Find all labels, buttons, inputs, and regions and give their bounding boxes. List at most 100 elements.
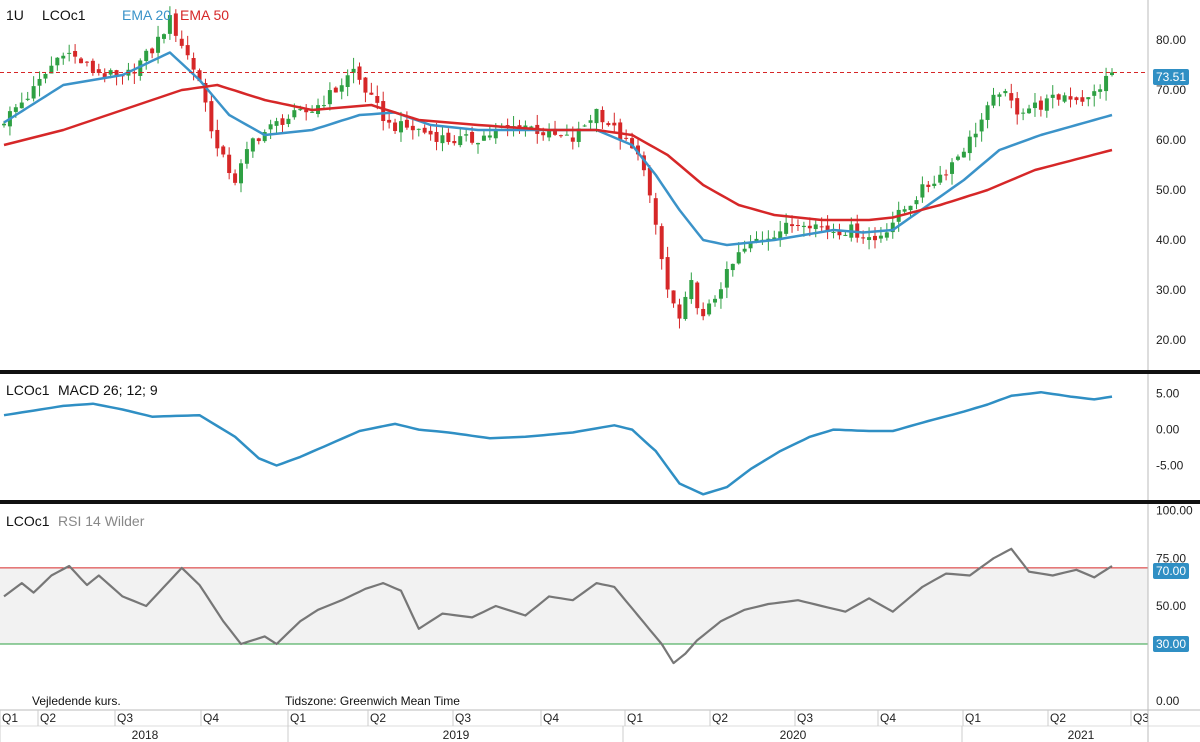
ema50-line [3,83,1113,222]
candle-body [594,108,599,124]
candle-body [671,290,676,304]
macd-tick-label: 5.00 [1156,387,1180,401]
candle-body [647,167,652,196]
ema50-legend[interactable]: EMA 50 [180,7,229,23]
candle-body [665,257,670,290]
candle-body [801,225,806,228]
candle-body [156,36,161,53]
rsi-lower-level-tag: 30.00 [1153,636,1190,652]
candle-body [239,163,244,184]
candle-body [920,184,925,198]
price-tick-label: 70.00 [1156,83,1186,97]
quarter-label: Q2 [40,711,56,725]
candle-body [464,134,469,136]
candle-body [582,125,587,127]
candle-body [381,101,386,121]
year-label: 2019 [443,728,470,742]
quarter-label: Q3 [455,711,471,725]
candle-body [742,248,747,252]
candle-body [274,121,279,126]
candle-body [476,142,481,145]
candle-body [902,209,907,212]
price-symbol-label: LCOc1 [42,7,86,23]
ema20-legend[interactable]: EMA 20 [122,7,171,23]
candle-body [43,73,48,79]
price-tick-label: 80.00 [1156,33,1186,47]
candle-body [90,60,95,72]
macd-line [3,390,1113,496]
quarter-label: Q4 [203,711,219,725]
candle-body [1074,97,1079,101]
candle-body [185,45,190,56]
candle-body [837,231,842,236]
candle-body [1056,94,1061,100]
candle-body [19,102,24,109]
candle-body [256,138,261,142]
rsi-legend[interactable]: RSI 14 Wilder [58,513,144,529]
candle-body [227,154,232,174]
candle-body [2,123,6,126]
quarter-label: Q4 [543,711,559,725]
candle-body [393,122,398,132]
macd-legend[interactable]: MACD 26; 12; 9 [58,382,158,398]
candle-body [606,123,611,126]
candle-body [1032,102,1037,109]
candle-body [932,183,937,186]
pane-divider [0,370,1200,374]
candle-body [588,120,593,123]
macd-tick-label: -5.00 [1156,459,1184,473]
candle-body [831,231,836,233]
candle-body [73,51,78,57]
candle-body [280,118,285,125]
candle-body [1050,94,1055,98]
x-axis: Q1 Q2 Q3 Q4 Q1 Q2 Q3 Q4 Q1 Q2 Q3 Q4 Q1 Q2 Q3 2018 2019 20… [0,709,1200,742]
pane-divider [0,500,1200,504]
candle-body [991,94,996,106]
candle-body [428,130,433,135]
candle-body [369,92,374,95]
macd-tick-label: 0.00 [1156,423,1180,437]
price-pane [0,6,1148,329]
candle-body [600,109,605,123]
candle-body [84,61,89,63]
price-tick-label: 50.00 [1156,183,1186,197]
candle-body [950,162,955,174]
candle-body [618,122,623,141]
candle-body [1086,97,1091,100]
candle-body [784,222,789,234]
interval-label[interactable]: 1U [6,7,24,23]
candle-body [310,111,315,113]
candle-body [955,156,960,160]
candle-body [878,235,883,239]
candle-body [191,58,196,70]
candle-body [79,58,84,64]
candle-body [1021,112,1026,114]
candle-body [422,127,427,133]
candle-body [173,13,178,36]
candle-body [37,78,42,86]
candle-body [985,105,990,120]
ema20-line [3,51,1113,247]
candle-body [795,225,800,227]
candle-body [677,304,682,319]
candle-body [872,235,877,241]
candle-body [292,110,297,118]
candle-body [624,137,629,139]
year-label: 2018 [132,728,159,742]
candle-body [979,119,984,132]
candle-body [150,48,155,54]
candle-body [790,224,795,227]
candle-body [961,151,966,158]
candle-body [215,129,220,149]
candle-body [967,136,972,154]
quarter-label: Q2 [712,711,728,725]
candle-body [250,138,255,152]
candle-body [339,85,344,92]
candle-body [683,296,688,319]
macd-pane [3,390,1113,496]
candle-body [233,173,238,183]
candle-body [321,105,326,107]
candle-body [327,90,332,105]
candle-body [31,86,36,99]
candle-body [13,107,18,112]
